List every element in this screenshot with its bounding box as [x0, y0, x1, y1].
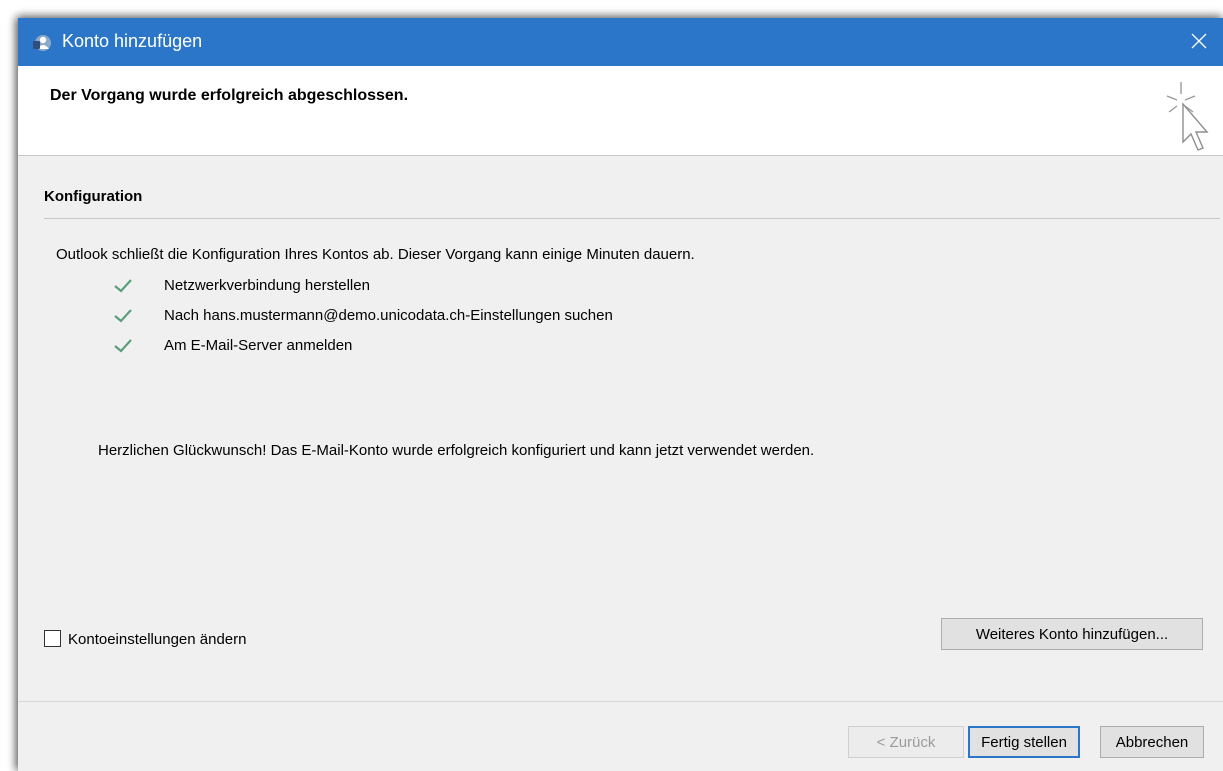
intro-text: Outlook schließt die Konfiguration Ihres…: [56, 246, 695, 263]
section-divider: [44, 218, 1220, 219]
add-another-account-button[interactable]: Weiteres Konto hinzufügen...: [941, 618, 1203, 650]
wizard-header: Der Vorgang wurde erfolgreich abgeschlos…: [18, 66, 1223, 156]
cursor-click-icon: [1159, 78, 1215, 154]
title-bar: Konto hinzufügen: [18, 18, 1223, 66]
add-account-dialog: Konto hinzufügen Der Vorgang wurde erfol…: [18, 18, 1223, 771]
footer-divider: [18, 701, 1223, 702]
close-button[interactable]: [1177, 18, 1223, 66]
checkmark-icon: [114, 339, 132, 353]
outlook-person-icon: [32, 33, 52, 53]
step-label: Netzwerkverbindung herstellen: [164, 277, 370, 294]
cancel-button[interactable]: Abbrechen: [1100, 726, 1204, 758]
checkmark-icon: [114, 279, 132, 293]
change-settings-label[interactable]: Kontoeinstellungen ändern: [68, 631, 246, 648]
success-message: Herzlichen Glückwunsch! Das E-Mail-Konto…: [98, 442, 815, 459]
checkmark-icon: [114, 309, 132, 323]
section-title: Konfiguration: [44, 188, 143, 205]
header-title: Der Vorgang wurde erfolgreich abgeschlos…: [50, 87, 409, 104]
step-label: Nach hans.mustermann@demo.unicodata.ch-E…: [164, 307, 613, 324]
window-title: Konto hinzufügen: [62, 31, 203, 51]
change-settings-checkbox[interactable]: [44, 630, 61, 647]
close-icon: [1191, 33, 1207, 49]
finish-button[interactable]: Fertig stellen: [968, 726, 1080, 758]
back-button[interactable]: < Zurück: [848, 726, 964, 758]
step-label: Am E-Mail-Server anmelden: [164, 337, 353, 354]
